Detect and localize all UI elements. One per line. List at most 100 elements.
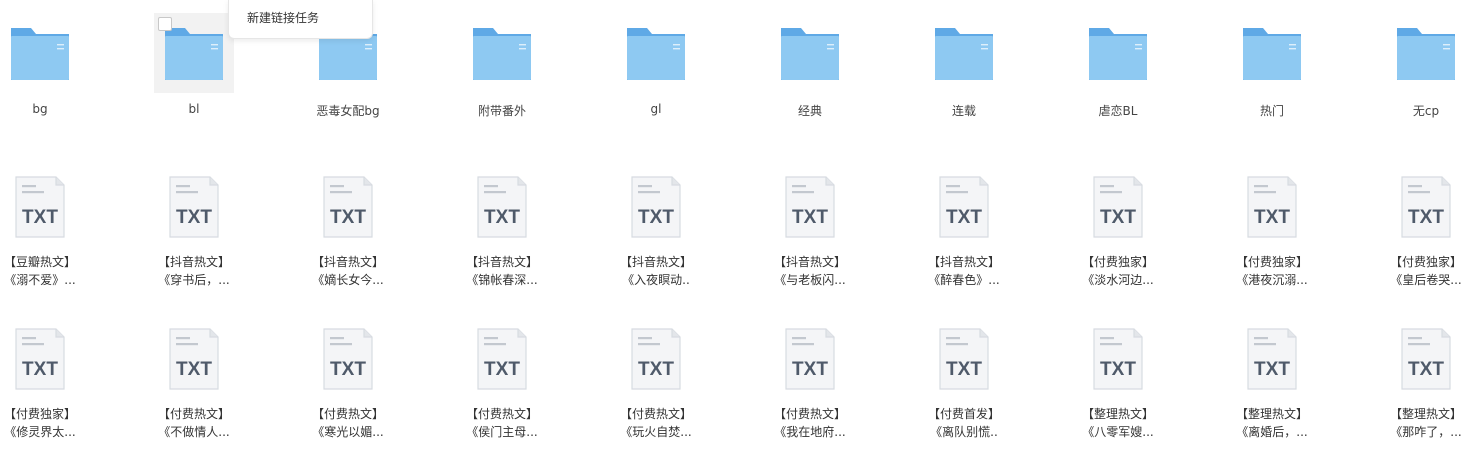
file-title: 《港夜沉溺... [1236,273,1308,287]
txt-icon-wrap: TXT [476,175,528,239]
folder-name: 无cp [1412,104,1440,118]
file-tag: 【付费首发】 [927,407,1000,421]
file-title: 《醉春色》... [928,273,1000,287]
txt-file-item[interactable]: TXT 【付费首发】 《离队别慌.. [887,327,1041,441]
folder-name: bg [32,102,48,116]
file-tag: 【付费独家】 [3,407,76,421]
txt-file-item[interactable]: TXT 【抖音热文】 《嫡长女今... [271,175,425,289]
txt-file-item[interactable]: TXT 【整理热文】 《那咋了，... [1349,327,1476,441]
txt-file-item[interactable]: TXT 【抖音热文】 《与老板闪... [733,175,887,289]
txt-file-icon: TXT [631,328,681,390]
txt-file-item[interactable]: TXT 【整理热文】 《八零军嫂... [1041,327,1195,441]
txt-file-item[interactable]: TXT 【整理热文】 《离婚后，... [1195,327,1349,441]
txt-file-item[interactable]: TXT 【豆瓣热文】 《溺不爱》... [0,175,117,289]
file-tag: 【付费独家】 [1081,255,1154,269]
folder-name: 虐恋BL [1098,104,1138,118]
file-title: 《侯门主母... [466,425,538,439]
file-title: 《八零军嫂... [1082,425,1154,439]
svg-text:TXT: TXT [792,207,828,228]
txt-file-item[interactable]: TXT 【付费独家】 《港夜沉溺... [1195,175,1349,289]
svg-text:TXT: TXT [484,207,520,228]
file-title: 《离婚后，... [1236,425,1308,439]
txt-file-item[interactable]: TXT 【付费热文】 《不做情人... [117,327,271,441]
svg-text:TXT: TXT [176,359,212,380]
txt-file-icon: TXT [15,176,65,238]
txt-file-icon: TXT [785,328,835,390]
svg-text:TXT: TXT [484,359,520,380]
file-tag: 【付费热文】 [619,407,692,421]
file-title: 《我在地府... [774,425,846,439]
folder-item-无cp[interactable]: 无cp [1349,0,1476,130]
txt-icon-wrap: TXT [1246,327,1298,391]
folder-item-gl[interactable]: gl [579,0,733,130]
txt-icon-wrap: TXT [784,327,836,391]
select-checkbox[interactable] [158,17,172,31]
txt-file-item[interactable]: TXT 【付费独家】 《淡水河边... [1041,175,1195,289]
folder-icon-wrap [463,14,541,92]
folder-icon [627,28,685,80]
txt-file-item[interactable]: TXT 【付费热文】 《玩火自焚... [579,327,733,441]
txt-file-item[interactable]: TXT 【抖音热文】 《醉春色》... [887,175,1041,289]
txt-icon-wrap: TXT [1246,175,1298,239]
folder-icon-wrap [771,14,849,92]
svg-text:TXT: TXT [1100,359,1136,380]
file-tag: 【整理热文】 [1389,407,1462,421]
folder-name: 连载 [951,104,976,118]
txt-file-item[interactable]: TXT 【抖音热文】 《穿书后，... [117,175,271,289]
txt-icon-wrap: TXT [14,175,66,239]
file-title: 《锦帐春深... [466,273,538,287]
svg-text:TXT: TXT [330,359,366,380]
folder-item-经典[interactable]: 经典 [733,0,887,130]
svg-text:TXT: TXT [638,359,674,380]
txt-icon-wrap: TXT [476,327,528,391]
svg-text:TXT: TXT [946,359,982,380]
folder-item-附带番外[interactable]: 附带番外 [425,0,579,130]
txt-file-icon: TXT [1093,176,1143,238]
txt-file-item[interactable]: TXT 【抖音热文】 《锦帐春深... [425,175,579,289]
txt-file-item[interactable]: TXT 【付费独家】 《修灵界太... [0,327,117,441]
folder-icon [1397,28,1455,80]
file-tag: 【抖音热文】 [465,255,538,269]
svg-text:TXT: TXT [638,207,674,228]
txt-file-item[interactable]: TXT 【付费热文】 《寒光以媚... [271,327,425,441]
folder-icon-wrap [617,14,695,92]
svg-text:TXT: TXT [1408,359,1444,380]
folder-name: bl [188,102,200,116]
txt-file-icon: TXT [939,328,989,390]
file-tag: 【整理热文】 [1235,407,1308,421]
txt-icon-wrap: TXT [1092,327,1144,391]
file-title: 《淡水河边... [1082,273,1154,287]
folder-name: 热门 [1259,104,1284,118]
folder-name: gl [650,102,662,116]
txt-file-icon: TXT [1093,328,1143,390]
svg-text:TXT: TXT [946,207,982,228]
svg-text:TXT: TXT [330,207,366,228]
txt-file-icon: TXT [15,328,65,390]
file-tag: 【付费热文】 [465,407,538,421]
folder-item-热门[interactable]: 热门 [1195,0,1349,130]
txt-icon-wrap: TXT [14,327,66,391]
folder-icon-wrap [1387,14,1465,92]
txt-file-item[interactable]: TXT 【付费热文】 《侯门主母... [425,327,579,441]
folder-icon-wrap [1233,14,1311,92]
txt-file-icon: TXT [939,176,989,238]
file-tag: 【抖音热文】 [773,255,846,269]
txt-file-icon: TXT [631,176,681,238]
txt-file-icon: TXT [323,176,373,238]
txt-file-item[interactable]: TXT 【抖音热文】 《入夜瞑动.. [579,175,733,289]
txt-file-item[interactable]: TXT 【付费热文】 《我在地府... [733,327,887,441]
txt-file-icon: TXT [477,176,527,238]
file-tag: 【付费热文】 [157,407,230,421]
file-title: 《与老板闪... [774,273,846,287]
new-link-task-menu-item[interactable]: 新建链接任务 [247,9,319,26]
txt-icon-wrap: TXT [1092,175,1144,239]
file-title: 《入夜瞑动.. [622,273,690,287]
txt-file-icon: TXT [785,176,835,238]
folder-item-虐恋BL[interactable]: 虐恋BL [1041,0,1195,130]
folder-icon [11,28,69,80]
file-title: 《修灵界太... [4,425,76,439]
svg-text:TXT: TXT [1100,207,1136,228]
folder-item-连载[interactable]: 连载 [887,0,1041,130]
txt-file-item[interactable]: TXT 【付费独家】 《皇后卷哭... [1349,175,1476,289]
folder-item-bg[interactable]: bg [0,0,117,130]
